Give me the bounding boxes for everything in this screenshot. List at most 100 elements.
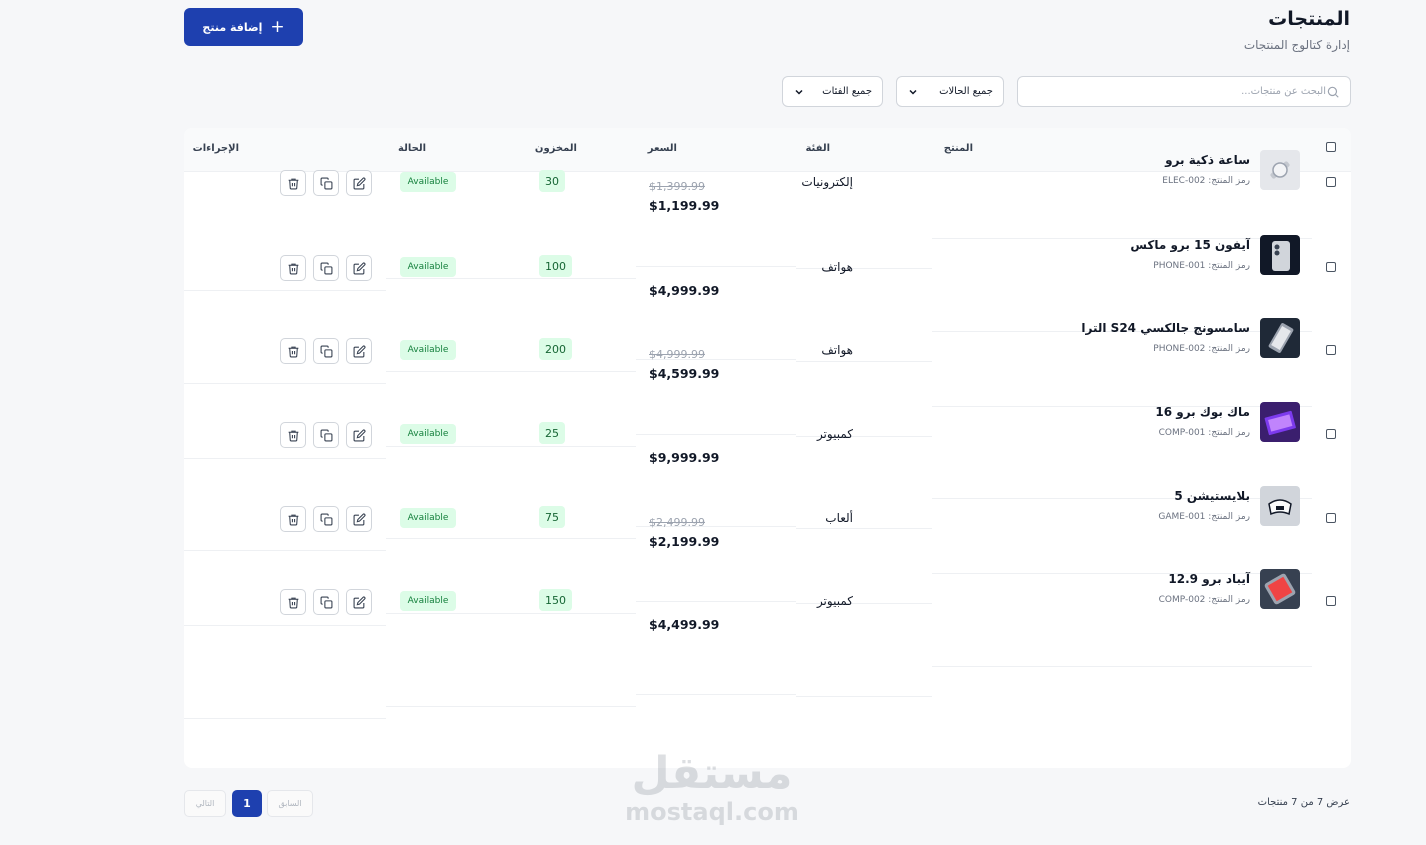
edit-button[interactable] (346, 255, 372, 281)
row-divider (184, 383, 386, 384)
product-price: $4,499.99 (649, 617, 720, 632)
row-divider (636, 694, 796, 695)
product-category: ألعاب (825, 511, 853, 525)
product-sku: رمز المنتج: COMP-001 (1159, 428, 1250, 438)
row-checkbox[interactable] (1326, 513, 1336, 523)
copy-icon (320, 177, 333, 190)
copy-icon (320, 345, 333, 358)
status-select-value: جميع الحالات (939, 86, 993, 97)
product-name[interactable]: آيفون 15 برو ماكس (1130, 238, 1250, 252)
search-box[interactable] (1017, 76, 1351, 107)
column-header-stock[interactable]: المخزون (535, 143, 577, 154)
delete-button[interactable] (280, 589, 306, 615)
prev-page-button[interactable]: السابق (267, 790, 313, 817)
copy-icon (320, 262, 333, 275)
column-header-category[interactable]: الفئة (805, 143, 830, 154)
sku-label: رمز المنتج: (1208, 595, 1250, 605)
duplicate-button[interactable] (313, 170, 339, 196)
row-divider (386, 371, 636, 372)
row-divider (932, 666, 1312, 667)
product-sku: رمز المنتج: PHONE-001 (1153, 261, 1250, 271)
product-name[interactable]: بلايستيشن 5 (1174, 489, 1250, 503)
row-divider (932, 498, 1312, 499)
edit-button[interactable] (346, 338, 372, 364)
product-category: إلكترونيات (801, 175, 853, 189)
column-header-price[interactable]: السعر (648, 143, 677, 154)
row-checkbox[interactable] (1326, 262, 1336, 272)
select-all-checkbox[interactable] (1326, 142, 1336, 152)
stock-badge: 30 (539, 170, 565, 192)
product-image (1260, 318, 1300, 358)
edit-icon (353, 595, 366, 609)
sku-value: PHONE-002 (1153, 344, 1206, 354)
delete-button[interactable] (280, 338, 306, 364)
column-header-product[interactable]: المنتج (944, 143, 973, 154)
sku-label: رمز المنتج: (1208, 512, 1250, 522)
row-divider (636, 266, 796, 267)
delete-button[interactable] (280, 255, 306, 281)
duplicate-button[interactable] (313, 255, 339, 281)
row-divider (796, 268, 932, 269)
row-checkbox[interactable] (1326, 596, 1336, 606)
stock-badge: 150 (539, 589, 572, 611)
row-divider (636, 601, 796, 602)
sku-label: رمز المنتج: (1208, 261, 1250, 271)
category-select-value: جميع الفئات (822, 86, 872, 97)
product-name[interactable]: ماك بوك برو 16 (1155, 405, 1250, 419)
status-select[interactable]: جميع الحالات (896, 76, 1004, 107)
sku-value: COMP-001 (1158, 428, 1206, 438)
page-subtitle: إدارة كتالوج المنتجات (1243, 38, 1350, 52)
product-sku: رمز المنتج: ELEC-002 (1162, 176, 1250, 186)
row-checkbox[interactable] (1326, 429, 1336, 439)
edit-button[interactable] (346, 506, 372, 532)
add-product-label: إضافة منتج (202, 20, 263, 34)
row-divider (386, 538, 636, 539)
delete-button[interactable] (280, 506, 306, 532)
sku-value: GAME-001 (1158, 512, 1206, 522)
status-badge: Available (400, 591, 456, 611)
duplicate-button[interactable] (313, 589, 339, 615)
chevron-down-icon (909, 89, 917, 95)
product-price: $4,599.99 (649, 366, 720, 381)
search-input[interactable] (1028, 86, 1326, 97)
sku-value: PHONE-001 (1153, 261, 1206, 271)
edit-icon (353, 261, 366, 275)
column-header-status[interactable]: الحالة (398, 143, 426, 154)
edit-icon (353, 176, 366, 190)
status-badge: Available (400, 172, 456, 192)
results-count: عرض 7 من 7 منتجات (1257, 797, 1350, 808)
stock-badge: 100 (539, 255, 572, 277)
row-divider (796, 696, 932, 697)
product-sku: رمز المنتج: GAME-001 (1158, 512, 1250, 522)
category-select[interactable]: جميع الفئات (782, 76, 883, 107)
edit-icon (353, 344, 366, 358)
copy-icon (320, 513, 333, 526)
product-name[interactable]: ساعة ذكية برو (1165, 153, 1250, 167)
copy-icon (320, 596, 333, 609)
product-category: كمبيوتر (816, 594, 853, 608)
original-price: $2,499.99 (649, 516, 705, 529)
copy-icon (320, 429, 333, 442)
row-checkbox[interactable] (1326, 345, 1336, 355)
delete-button[interactable] (280, 422, 306, 448)
page-1-button[interactable]: 1 (232, 790, 262, 817)
original-price: $4,999.99 (649, 348, 705, 361)
search-icon (1327, 86, 1339, 98)
row-checkbox[interactable] (1326, 177, 1336, 187)
stock-badge: 75 (539, 506, 565, 528)
chevron-down-icon (795, 89, 803, 95)
next-page-button[interactable]: التالي (184, 790, 226, 817)
delete-button[interactable] (280, 170, 306, 196)
row-divider (386, 446, 636, 447)
edit-button[interactable] (346, 170, 372, 196)
edit-button[interactable] (346, 422, 372, 448)
product-name[interactable]: سامسونج جالكسي S24 الترا (1081, 321, 1250, 335)
duplicate-button[interactable] (313, 506, 339, 532)
edit-button[interactable] (346, 589, 372, 615)
add-product-button[interactable]: + إضافة منتج (184, 8, 303, 46)
duplicate-button[interactable] (313, 338, 339, 364)
row-divider (386, 278, 636, 279)
duplicate-button[interactable] (313, 422, 339, 448)
product-name[interactable]: آيباد برو 12.9 (1168, 572, 1250, 586)
sku-label: رمز المنتج: (1208, 428, 1250, 438)
